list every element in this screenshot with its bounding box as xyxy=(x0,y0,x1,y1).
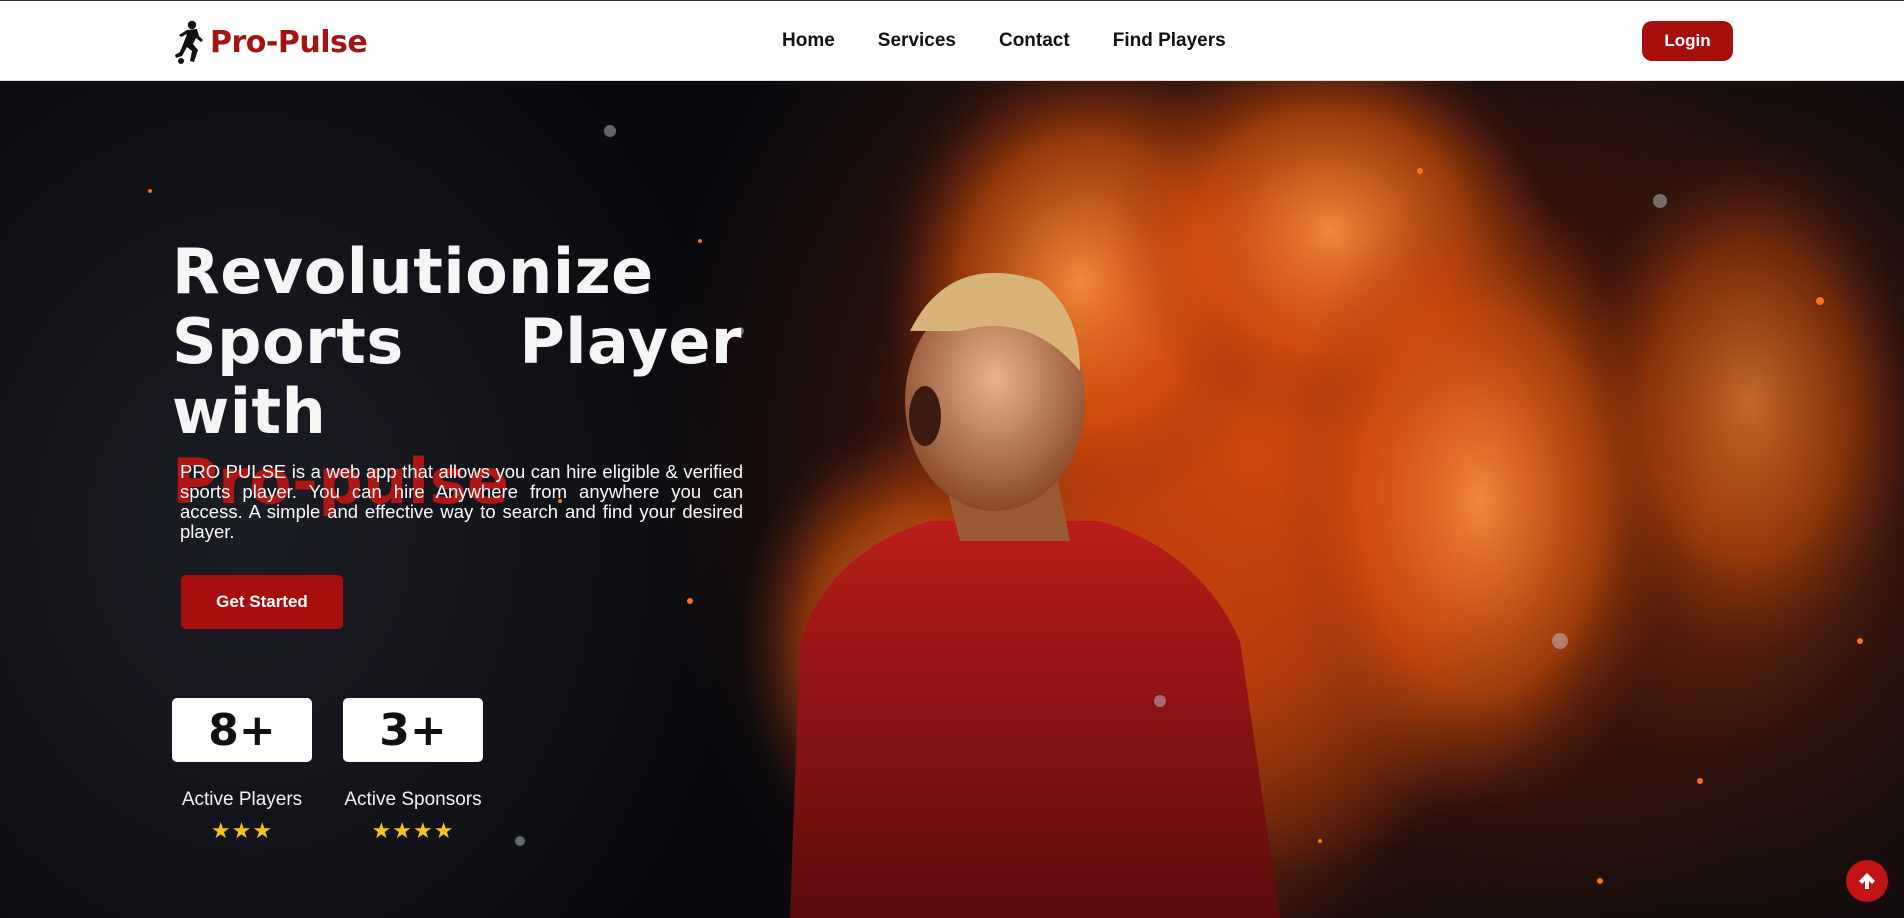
star-rating-sponsors-icon: ★★★★ xyxy=(371,819,455,844)
arrow-up-icon xyxy=(1859,873,1875,889)
soccer-player-icon xyxy=(175,20,203,64)
top-navbar: Pro-Pulse Home Services Contact Find Pla… xyxy=(0,0,1904,81)
login-button[interactable]: Login xyxy=(1642,21,1733,61)
hero-title-line1: Revolutionize xyxy=(172,235,654,308)
stat-sponsors-value: 3+ xyxy=(343,698,483,762)
brand-logo[interactable]: Pro-Pulse xyxy=(172,20,368,64)
stat-sponsors-label: Active Sponsors xyxy=(344,789,482,810)
scroll-to-top-button[interactable] xyxy=(1846,860,1888,902)
nav-link-home[interactable]: Home xyxy=(782,29,835,53)
nav-link-contact[interactable]: Contact xyxy=(999,29,1070,53)
nav-link-services[interactable]: Services xyxy=(878,29,956,53)
get-started-button[interactable]: Get Started xyxy=(181,575,343,629)
hero-title-line2: Sports Player with xyxy=(172,305,742,448)
brand-name: Pro-Pulse xyxy=(210,24,368,60)
hero-description: PRO PULSE is a web app that allows you c… xyxy=(180,461,743,542)
stat-players-value: 8+ xyxy=(172,698,312,762)
stat-players-label: Active Players xyxy=(181,789,303,810)
star-rating-players-icon: ★★★ xyxy=(210,819,274,844)
nav-link-find-players[interactable]: Find Players xyxy=(1113,29,1226,53)
main-nav: Home Services Contact Find Players xyxy=(782,29,1269,53)
hero-section: Revolutionize Sports Player with Pro-pul… xyxy=(0,81,1904,918)
